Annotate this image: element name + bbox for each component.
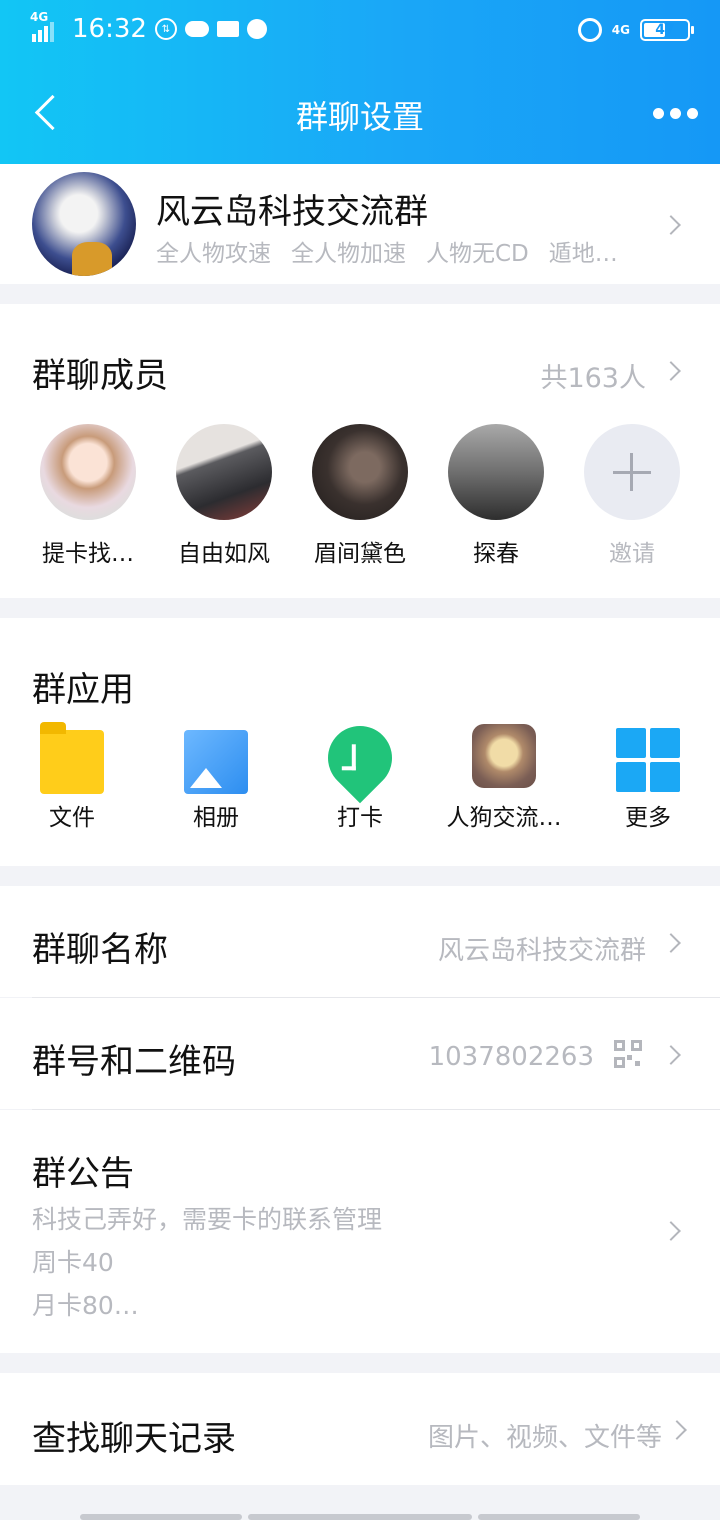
group-tag: 遁地…: [548, 241, 618, 267]
chevron-right-icon: [661, 1045, 681, 1065]
bottom-bar-segment: [478, 1514, 640, 1520]
group-notice-row[interactable]: 群公告 科技己弄好，需要卡的联系管理 周卡40 月卡80…: [0, 1110, 720, 1353]
invite-label: 邀请: [609, 541, 655, 567]
app-label: 文件: [49, 805, 95, 831]
status-time: 16:32: [72, 14, 147, 44]
app-label: 人狗交流…: [446, 805, 562, 831]
member-name: 眉间黛色: [314, 541, 406, 567]
search-history-row[interactable]: 查找聊天记录 图片、视频、文件等: [0, 1373, 720, 1485]
notice-line: 月卡80…: [32, 1291, 139, 1320]
members-title: 群聊成员: [32, 356, 168, 396]
grid-more-icon: [616, 728, 680, 792]
group-tag: 全人物加速: [291, 241, 406, 267]
notice-line: 科技己弄好，需要卡的联系管理: [32, 1205, 383, 1234]
battery-level: 47: [655, 22, 675, 38]
member-avatar: [176, 424, 272, 520]
group-number-value: 1037802263: [428, 1042, 594, 1072]
cloud-icon: [184, 21, 209, 37]
search-history-label: 查找聊天记录: [32, 1419, 236, 1459]
member-item[interactable]: 探春: [428, 424, 564, 568]
group-tag: 人物无CD: [426, 241, 529, 267]
group-number-label: 群号和二维码: [32, 1042, 236, 1082]
network-4g-icon: 4G: [611, 23, 630, 37]
group-avatar: [32, 172, 136, 276]
member-item[interactable]: 提卡找…: [20, 424, 156, 568]
plus-icon: [584, 424, 680, 520]
member-item[interactable]: 眉间黛色: [292, 424, 428, 568]
checkin-icon: [314, 712, 406, 804]
member-avatar: [312, 424, 408, 520]
album-icon: [184, 730, 248, 794]
qr-code-icon: [614, 1040, 642, 1068]
app-label: 更多: [625, 805, 671, 831]
chevron-right-icon: [667, 1420, 687, 1440]
chevron-right-icon: [661, 1221, 681, 1241]
app-more[interactable]: 更多: [576, 724, 720, 832]
signal-icon: 4G: [30, 10, 60, 44]
search-history-hint: 图片、视频、文件等: [427, 1423, 662, 1453]
chevron-right-icon[interactable]: [661, 361, 681, 381]
chevron-right-icon: [661, 933, 681, 953]
data-saver-icon: ⇅: [154, 18, 177, 40]
members-section: 群聊成员 共163人 提卡找… 自由如风 眉间黛色 探春 邀请: [0, 304, 720, 598]
group-tag: 全人物攻速: [156, 241, 271, 267]
members-count[interactable]: 共163人: [540, 356, 646, 395]
apps-title: 群应用: [32, 670, 134, 710]
chevron-right-icon: [661, 215, 681, 235]
app-notification-icon: [246, 19, 267, 39]
member-name: 提卡找…: [42, 541, 134, 567]
top-bar: 4G 16:32 ⇅ 4G 47 群聊设置: [0, 0, 720, 164]
app-checkin[interactable]: 打卡: [288, 712, 432, 832]
notice-line: 周卡40: [32, 1248, 114, 1277]
group-apps-section: 群应用 文件 相册 打卡 人狗交流… 更多: [0, 618, 720, 866]
more-options-button[interactable]: [653, 108, 698, 119]
folder-icon: [40, 722, 104, 794]
mail-icon: [216, 21, 239, 37]
group-notice-label: 群公告: [32, 1154, 134, 1194]
status-bar: 4G 16:32 ⇅ 4G 47: [0, 0, 720, 66]
page-title: 群聊设置: [295, 98, 424, 136]
bottom-bar-segment: [80, 1514, 242, 1520]
group-tags: 全人物攻速 全人物加速 人物无CD 遁地…: [156, 234, 646, 268]
battery-icon: 47: [640, 19, 694, 41]
member-avatar: [40, 424, 136, 520]
group-notice-content: 科技己弄好，需要卡的联系管理 周卡40 月卡80…: [32, 1198, 382, 1327]
app-dog-chat[interactable]: 人狗交流…: [432, 724, 576, 832]
app-label: 相册: [193, 805, 239, 831]
group-name: 风云岛科技交流群: [156, 192, 428, 232]
invite-member-button[interactable]: 邀请: [564, 424, 700, 568]
app-files[interactable]: 文件: [0, 722, 144, 832]
group-name-label: 群聊名称: [32, 930, 168, 970]
alarm-icon: [577, 18, 602, 42]
member-item[interactable]: 自由如风: [156, 424, 292, 568]
group-name-row[interactable]: 群聊名称 风云岛科技交流群: [0, 886, 720, 997]
network-type: 4G: [30, 10, 49, 24]
app-album[interactable]: 相册: [144, 724, 288, 832]
group-profile-row[interactable]: 风云岛科技交流群 全人物攻速 全人物加速 人物无CD 遁地…: [0, 164, 720, 284]
member-name: 自由如风: [178, 541, 270, 567]
dog-app-icon: [472, 724, 536, 788]
bottom-bar-segment: [248, 1514, 472, 1520]
group-name-value: 风云岛科技交流群: [437, 936, 646, 966]
member-avatar: [448, 424, 544, 520]
group-number-row[interactable]: 群号和二维码 1037802263: [0, 998, 720, 1109]
member-name: 探春: [473, 541, 519, 567]
